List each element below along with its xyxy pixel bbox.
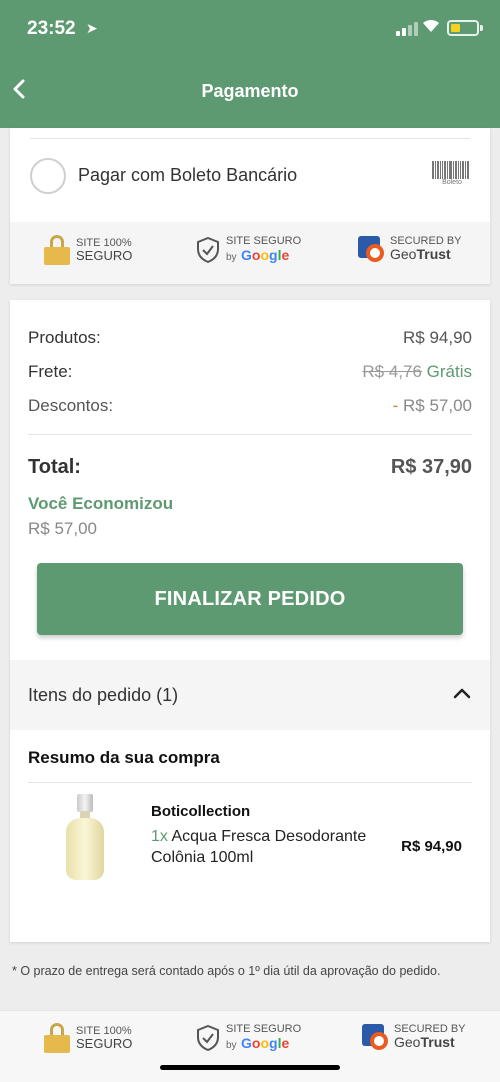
product-name: 1x Acqua Fresca Desodorante Colônia 100m… xyxy=(151,828,367,866)
product-price: R$ 94,90 xyxy=(401,838,462,855)
seal-site-seguro: SITE 100% SEGURO xyxy=(44,235,132,265)
seal-geotrust: SECURED BY GeoTrust xyxy=(358,235,462,262)
purchase-summary-title: Resumo da sua compra xyxy=(28,748,220,767)
savings-label: Você Economizou xyxy=(28,494,174,513)
page-title: Pagamento xyxy=(201,81,299,101)
home-indicator[interactable] xyxy=(160,1065,340,1070)
order-items-title: Itens do pedido (1) xyxy=(28,685,179,705)
boleto-radio[interactable] xyxy=(30,158,66,194)
seal-site-seguro: SITE 100% SEGURO xyxy=(44,1023,132,1053)
geotrust-icon xyxy=(362,1023,388,1050)
signal-icon xyxy=(396,22,418,36)
chevron-up-icon[interactable] xyxy=(452,686,472,700)
wifi-icon xyxy=(421,17,441,38)
order-summary-card: Produtos: R$ 94,90 Frete: R$ 4,76 Grátis… xyxy=(10,300,490,942)
seal-google: SITE SEGURO by Google xyxy=(196,1023,301,1053)
product-image xyxy=(62,794,108,884)
seal-google: SITE SEGURO by Google xyxy=(196,235,301,265)
delivery-footnote: * O prazo de entrega será contado após o… xyxy=(12,964,441,978)
shield-icon xyxy=(197,1025,219,1051)
barcode-icon: Boleto xyxy=(432,161,472,189)
app-header: 23:52 ➤ Pagamento xyxy=(0,0,500,128)
battery-icon xyxy=(447,20,479,36)
product-brand: Boticollection xyxy=(151,803,251,820)
shield-icon xyxy=(197,237,219,263)
product-quantity: 1x xyxy=(151,828,168,845)
lock-icon xyxy=(44,1023,70,1053)
seal-geotrust: SECURED BY GeoTrust xyxy=(362,1023,466,1050)
finalize-order-button[interactable]: FINALIZAR PEDIDO xyxy=(37,563,463,635)
lock-icon xyxy=(44,235,70,265)
geotrust-icon xyxy=(358,235,384,262)
savings-value: R$ 57,00 xyxy=(28,519,97,538)
boleto-option-label[interactable]: Pagar com Boleto Bancário xyxy=(78,165,297,186)
order-items-toggle[interactable]: Itens do pedido (1) xyxy=(10,660,490,730)
payment-options-card: Pagar com Boleto Bancário Boleto SITE 10… xyxy=(10,128,490,284)
security-seals: SITE 100% SEGURO SITE SEGURO by Google S… xyxy=(10,222,490,284)
status-time: 23:52 xyxy=(27,18,76,39)
footer-security-seals: SITE 100% SEGURO SITE SEGURO by Google S… xyxy=(0,1010,500,1082)
location-arrow-icon: ➤ xyxy=(86,20,98,36)
